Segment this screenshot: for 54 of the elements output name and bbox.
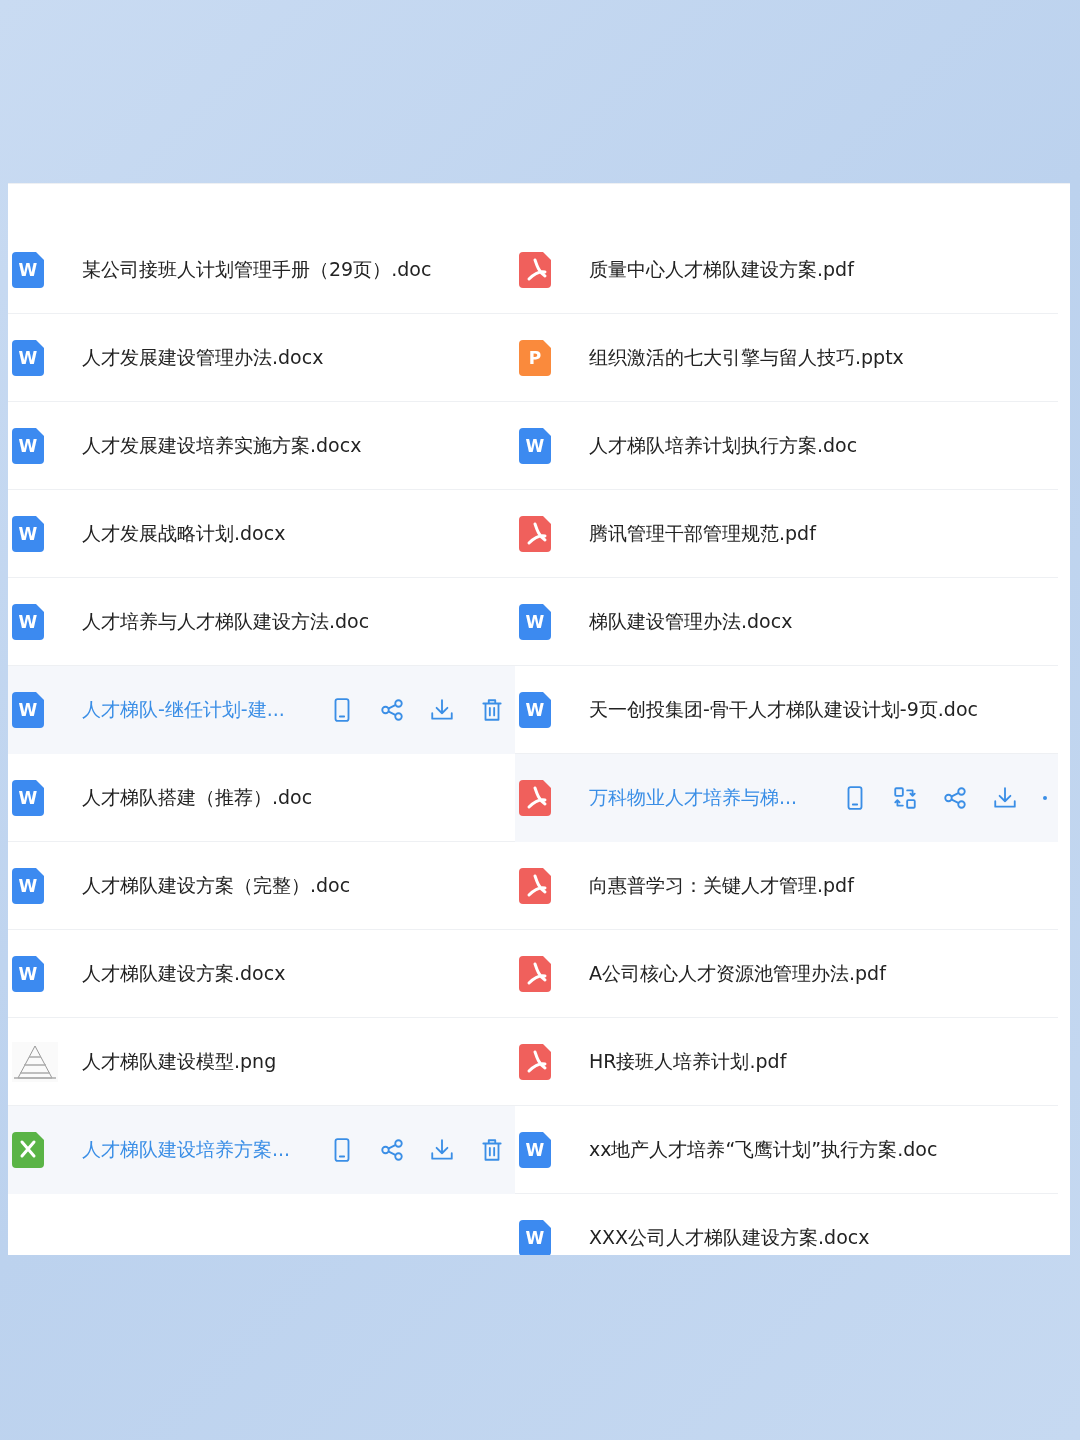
file-name: 向惠普学习：关键人才管理.pdf <box>589 872 854 898</box>
file-name: 人才梯队建设方案（完整）.doc <box>82 872 351 898</box>
file-name: 人才梯队-继任计划-建... <box>82 696 285 722</box>
file-name: 腾讯管理干部管理规范.pdf <box>589 520 816 546</box>
pdf-file-icon <box>519 251 551 288</box>
download-icon[interactable] <box>992 784 1018 811</box>
pdf-file-icon <box>519 1043 551 1080</box>
file-name: 人才梯队建设模型.png <box>82 1048 277 1074</box>
word-file-icon: W <box>12 779 44 816</box>
file-name: A公司核心人才资源池管理办法.pdf <box>589 960 886 986</box>
convert-icon[interactable] <box>892 784 918 811</box>
word-file-icon: W <box>519 427 551 464</box>
file-name: 人才培养与人才梯队建设方法.doc <box>82 608 370 634</box>
file-name: 某公司接班人计划管理手册（29页）.doc <box>82 256 432 282</box>
word-file-icon: W <box>519 603 551 640</box>
share-icon[interactable] <box>379 696 405 723</box>
excel-file-icon <box>12 1131 44 1168</box>
word-file-icon: W <box>12 427 44 464</box>
file-name: 人才梯队搭建（推荐）.doc <box>82 784 313 810</box>
download-icon[interactable] <box>429 696 455 723</box>
file-name: 万科物业人才培养与梯... <box>589 784 798 810</box>
word-file-icon: W <box>519 691 551 728</box>
word-file-icon: W <box>519 1219 551 1255</box>
file-name: 组织激活的七大引擎与留人技巧.pptx <box>589 344 904 370</box>
pdf-file-icon <box>519 779 551 816</box>
word-file-icon: W <box>12 955 44 992</box>
file-name: HR接班人培养计划.pdf <box>589 1048 787 1074</box>
download-icon[interactable] <box>429 1136 455 1163</box>
file-name: xx地产人才培养“飞鹰计划”执行方案.doc <box>589 1136 938 1162</box>
word-file-icon: W <box>12 515 44 552</box>
word-file-icon: W <box>12 251 44 288</box>
pdf-file-icon <box>519 515 551 552</box>
word-file-icon: W <box>12 339 44 376</box>
file-name: 人才发展建设培养实施方案.docx <box>82 432 362 458</box>
word-file-icon: W <box>519 1131 551 1168</box>
file-name: 梯队建设管理办法.docx <box>589 608 793 634</box>
delete-icon[interactable] <box>479 1136 505 1163</box>
file-name: 人才梯队建设培养方案... <box>82 1136 291 1162</box>
file-name: 人才发展建设管理办法.docx <box>82 344 324 370</box>
file-name: 人才梯队建设方案.docx <box>82 960 286 986</box>
file-name: 质量中心人才梯队建设方案.pdf <box>589 256 854 282</box>
pdf-file-icon <box>519 955 551 992</box>
file-name: XXX公司人才梯队建设方案.docx <box>589 1224 870 1250</box>
file-name: 人才发展战略计划.docx <box>82 520 286 546</box>
share-icon[interactable] <box>379 1136 405 1163</box>
word-file-icon: W <box>12 603 44 640</box>
word-file-icon: W <box>12 867 44 904</box>
pdf-file-icon <box>519 867 551 904</box>
delete-icon[interactable] <box>479 696 505 723</box>
file-name: 人才梯队培养计划执行方案.doc <box>589 432 858 458</box>
share-icon[interactable] <box>942 784 968 811</box>
word-file-icon: W <box>12 691 44 728</box>
file-name: 天一创投集团-骨干人才梯队建设计划-9页.doc <box>589 696 978 722</box>
ppt-file-icon: P <box>519 339 551 376</box>
